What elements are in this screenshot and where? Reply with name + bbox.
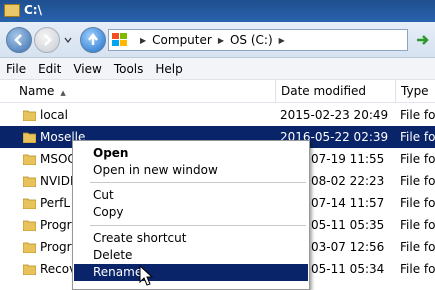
context-cut[interactable]: Cut bbox=[74, 187, 308, 204]
column-header: Name ▲ Date modified Type bbox=[0, 80, 435, 103]
file-date: 07-14 11:57 bbox=[311, 196, 385, 210]
menu-separator bbox=[90, 225, 306, 226]
menu-help[interactable]: Help bbox=[149, 62, 188, 76]
mouse-cursor-icon bbox=[139, 265, 154, 286]
title-bar: C:\ bbox=[0, 0, 435, 22]
context-rename[interactable]: Rename bbox=[74, 264, 308, 281]
folder-icon bbox=[23, 154, 36, 165]
context-menu: Open Open in new window Cut Copy Create … bbox=[72, 140, 310, 290]
window-title: C:\ bbox=[24, 3, 42, 17]
context-delete[interactable]: Delete bbox=[74, 247, 308, 264]
file-type: File fold bbox=[400, 152, 435, 166]
file-type: File fold bbox=[400, 262, 435, 276]
go-arrow-icon[interactable] bbox=[414, 31, 432, 49]
menu-file[interactable]: File bbox=[0, 62, 32, 76]
folder-icon bbox=[23, 264, 36, 275]
breadcrumb-arrow-icon[interactable]: ▶ bbox=[279, 36, 285, 45]
column-type-label: Type bbox=[401, 84, 429, 98]
breadcrumb-arrow-icon[interactable]: ▶ bbox=[218, 36, 224, 45]
menu-tools[interactable]: Tools bbox=[108, 62, 150, 76]
address-bar[interactable]: ▶ Computer ▶ OS (C:) ▶ bbox=[108, 29, 408, 51]
file-type: File fold bbox=[400, 240, 435, 254]
file-name: NVIDI bbox=[40, 174, 74, 188]
context-copy[interactable]: Copy bbox=[74, 204, 308, 221]
file-date: 07-19 11:55 bbox=[311, 152, 385, 166]
file-name: local bbox=[40, 108, 68, 122]
file-name: MSOC bbox=[40, 152, 76, 166]
folder-icon bbox=[23, 242, 36, 253]
sort-ascending-icon: ▲ bbox=[60, 89, 66, 97]
file-date: 05-11 05:35 bbox=[311, 218, 385, 232]
up-arrow-icon bbox=[88, 33, 98, 45]
computer-icon bbox=[112, 33, 128, 47]
file-date: 03-07 12:56 bbox=[311, 240, 385, 254]
file-row[interactable]: local 2015-02-23 20:49 File fold bbox=[0, 104, 435, 126]
context-create-shortcut[interactable]: Create shortcut bbox=[74, 230, 308, 247]
file-type: File fold bbox=[400, 130, 435, 144]
menu-bar: File Edit View Tools Help bbox=[0, 58, 435, 80]
forward-button[interactable] bbox=[34, 27, 60, 53]
back-button[interactable] bbox=[6, 27, 32, 53]
file-type: File fold bbox=[400, 196, 435, 210]
column-type[interactable]: Type bbox=[396, 80, 435, 103]
menu-separator bbox=[90, 182, 306, 183]
folder-icon bbox=[23, 220, 36, 231]
file-date: 05-11 05:34 bbox=[311, 262, 385, 276]
history-dropdown-icon[interactable] bbox=[63, 35, 73, 45]
column-name[interactable]: Name ▲ bbox=[14, 80, 276, 103]
back-arrow-icon bbox=[14, 34, 22, 46]
breadcrumb-arrow-icon[interactable]: ▶ bbox=[140, 36, 146, 45]
up-folder-button[interactable] bbox=[80, 27, 106, 53]
menu-view[interactable]: View bbox=[67, 62, 107, 76]
file-type: File fold bbox=[400, 174, 435, 188]
folder-icon bbox=[23, 176, 36, 187]
folder-icon bbox=[23, 110, 36, 121]
context-open[interactable]: Open bbox=[74, 145, 308, 162]
forward-arrow-icon bbox=[44, 34, 52, 46]
file-date: 2015-02-23 20:49 bbox=[280, 108, 389, 122]
context-open-new-window[interactable]: Open in new window bbox=[74, 162, 308, 179]
column-date-label: Date modified bbox=[281, 84, 367, 98]
folder-icon bbox=[4, 4, 20, 17]
column-name-label: Name bbox=[19, 84, 55, 98]
file-type: File fold bbox=[400, 218, 435, 232]
folder-icon bbox=[23, 132, 36, 143]
menu-edit[interactable]: Edit bbox=[32, 62, 67, 76]
breadcrumb-computer[interactable]: Computer bbox=[152, 33, 212, 47]
navigation-bar: ▶ Computer ▶ OS (C:) ▶ bbox=[0, 22, 435, 58]
file-name: Recov bbox=[40, 262, 77, 276]
column-date[interactable]: Date modified bbox=[276, 80, 396, 103]
file-type: File fold bbox=[400, 108, 435, 122]
file-date: 08-02 22:23 bbox=[311, 174, 385, 188]
folder-icon bbox=[23, 198, 36, 209]
file-name: PerfL bbox=[40, 196, 71, 210]
breadcrumb-drive[interactable]: OS (C:) bbox=[230, 33, 273, 47]
